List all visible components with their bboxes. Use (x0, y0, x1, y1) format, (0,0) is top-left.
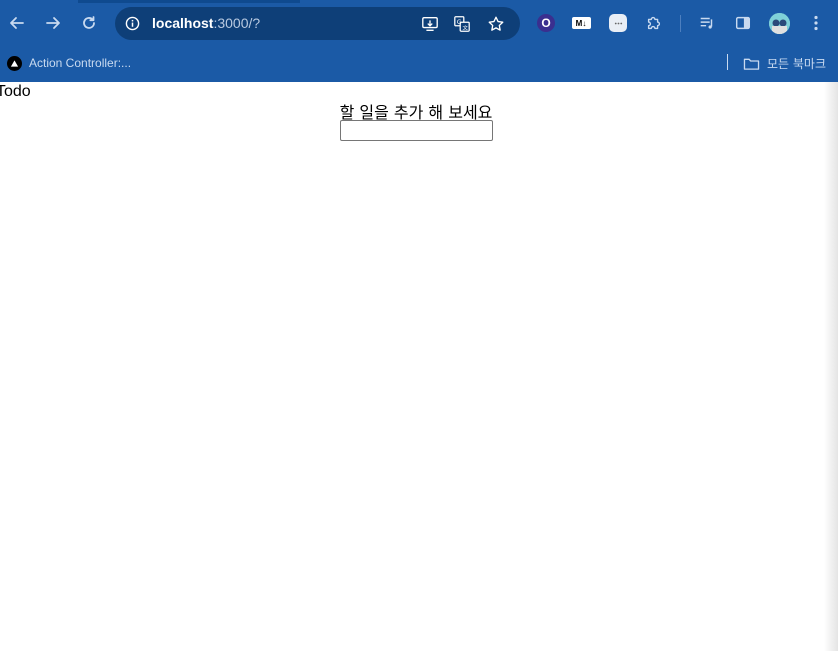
svg-text:G: G (457, 19, 462, 26)
back-icon[interactable] (5, 11, 29, 35)
bookmark-item[interactable]: Action Controller:... (7, 53, 131, 73)
forward-icon[interactable] (41, 11, 65, 35)
side-panel-icon[interactable] (733, 13, 753, 33)
page-content: Todo 할 일을 추가 해 보세요 (0, 82, 838, 651)
bookmark-label: Action Controller:... (29, 56, 132, 70)
chat-extension-icon[interactable] (608, 13, 628, 33)
address-bar[interactable]: localhost:3000/? G文 (115, 7, 520, 40)
markdown-extension-icon[interactable]: M↓ (571, 13, 591, 33)
page-edge-shadow (824, 82, 838, 651)
todo-input[interactable] (340, 120, 493, 141)
extension-o-icon[interactable]: O (536, 13, 556, 33)
url-text[interactable]: localhost:3000/? (152, 15, 260, 31)
bookmark-favicon-icon (7, 55, 22, 71)
media-playlist-icon[interactable] (697, 13, 717, 33)
bookmark-star-icon[interactable] (486, 14, 506, 34)
translate-icon[interactable]: G文 (452, 14, 472, 34)
bookmarks-bar: Action Controller:... 모든 북마크 (0, 46, 838, 82)
extension-o-label: O (537, 14, 555, 32)
toolbar-divider (680, 15, 681, 32)
extensions-puzzle-icon[interactable] (644, 13, 664, 33)
site-info-icon[interactable] (121, 12, 144, 35)
markdown-extension-label: M↓ (571, 17, 591, 29)
all-bookmarks-label: 모든 북마크 (767, 56, 827, 71)
svg-text:文: 文 (462, 23, 468, 31)
all-bookmarks-button[interactable]: 모든 북마크 (743, 53, 826, 73)
url-path: :3000/? (213, 15, 261, 31)
browser-toolbar: localhost:3000/? G文 O M↓ (0, 0, 838, 46)
reload-icon[interactable] (77, 11, 101, 35)
active-tab-indicator (78, 0, 300, 3)
bookmarks-divider (727, 54, 728, 70)
menu-icon[interactable] (808, 13, 824, 33)
profile-avatar[interactable] (769, 13, 790, 34)
install-app-icon[interactable] (420, 14, 440, 34)
url-host: localhost (152, 15, 214, 31)
folder-icon (743, 58, 760, 70)
